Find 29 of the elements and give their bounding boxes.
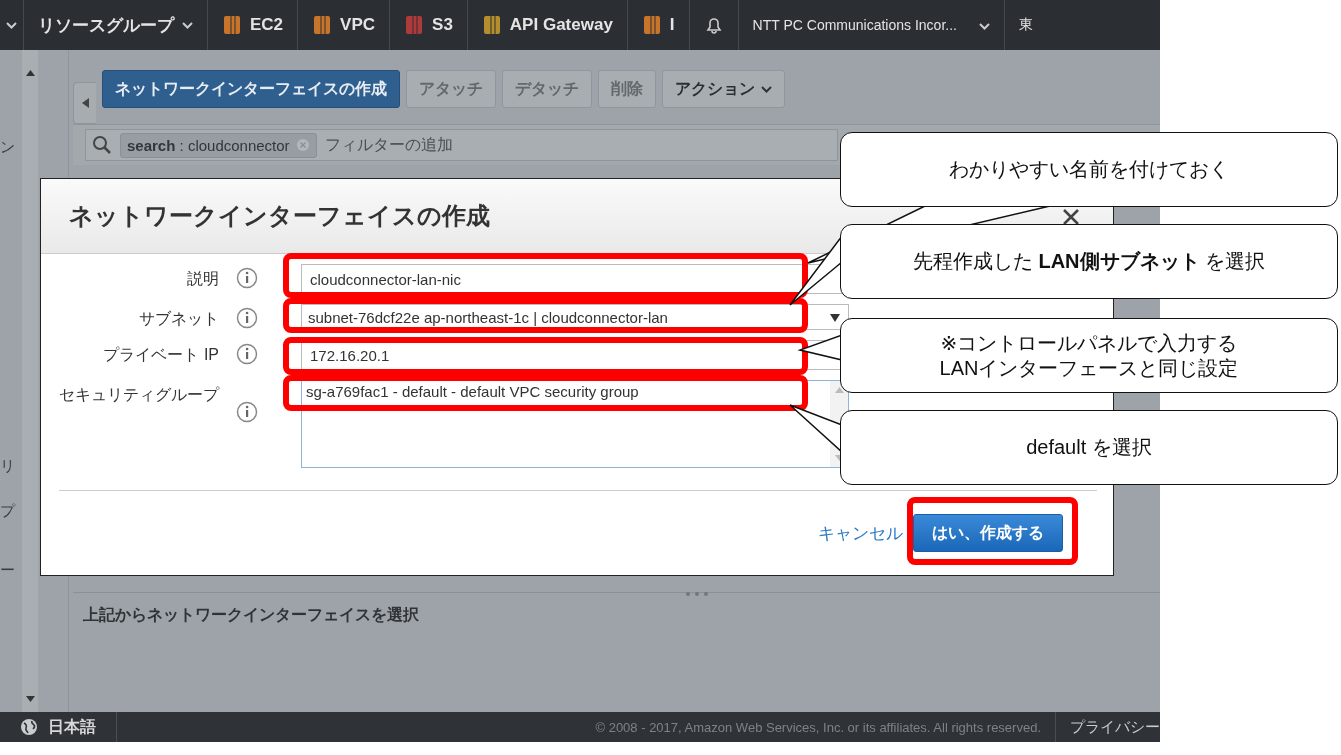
service-link[interactable]: S3	[432, 15, 453, 35]
service-link[interactable]: VPC	[340, 15, 376, 35]
field-label: プライベート IP	[102, 345, 219, 365]
service-link[interactable]: I	[669, 15, 675, 35]
region-menu[interactable]: 東	[1018, 16, 1033, 34]
field-label: 説明	[186, 269, 219, 289]
language-selector[interactable]: 日本語	[48, 716, 96, 738]
dialog-title: ネットワークインターフェイスの作成	[69, 201, 490, 231]
privacy-link[interactable]: プライバシー	[1055, 712, 1160, 742]
filter-placeholder: フィルターの追加	[324, 134, 453, 155]
toolbar-button[interactable]: アクション	[662, 70, 785, 108]
sidebar-item[interactable]: リ	[0, 457, 20, 476]
cancel-link[interactable]: キャンセル	[818, 521, 903, 545]
toolbar-button[interactable]: ネットワークインターフェイスの作成	[102, 70, 400, 108]
service-link[interactable]: API Gateway	[509, 15, 613, 35]
field-label: セキュリティグループ	[58, 385, 219, 405]
filter-field[interactable]: search : cloudconnector フィルターの追加	[85, 129, 838, 161]
lower-pane-heading: 上記からネットワークインターフェイスを選択	[83, 605, 420, 625]
callout-note: ※コントロールパネルで入力する LANインターフェースと同じ設定	[840, 318, 1338, 393]
account-menu[interactable]: NTT PC Communications Incor...	[752, 17, 957, 33]
sidebar-item[interactable]: ン	[0, 138, 20, 157]
sidebar-item[interactable]: ー	[0, 561, 20, 580]
create-button[interactable]: はい、作成する	[913, 514, 1063, 552]
resource-groups-menu[interactable]: リソースグループ	[38, 13, 174, 37]
sidebar-item[interactable]: プ	[0, 502, 20, 521]
field-label: サブネット	[138, 309, 219, 329]
service-link[interactable]: EC2	[250, 15, 284, 35]
filter-token[interactable]: search : cloudconnector	[120, 132, 317, 158]
copyright-text: © 2008 - 2017, Amazon Web Services, Inc. or its affiliates. All rights reserved.	[595, 719, 1042, 735]
